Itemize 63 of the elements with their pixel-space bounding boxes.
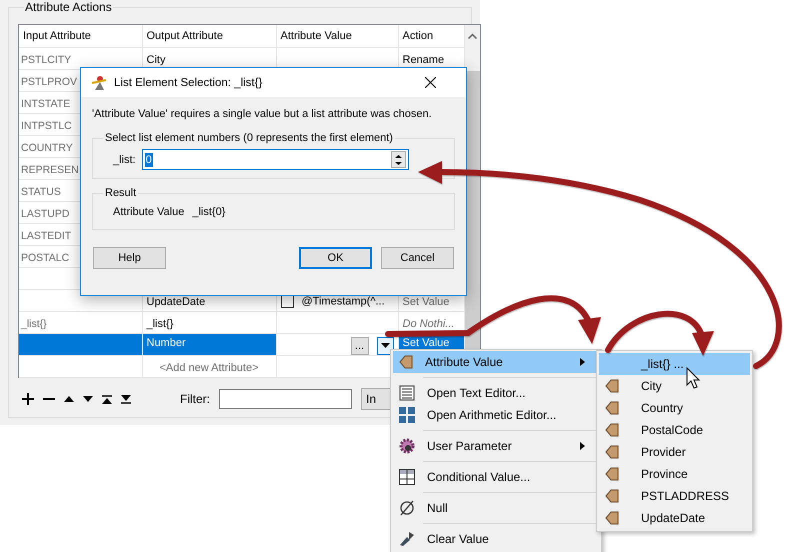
broom-icon bbox=[399, 531, 415, 547]
tag-icon bbox=[605, 510, 619, 526]
table-cell: _list{} bbox=[19, 311, 142, 333]
dialog-button[interactable]: Cancel bbox=[381, 247, 454, 269]
menu-item[interactable]: UpdateDate bbox=[599, 507, 750, 529]
group-title: Attribute Actions bbox=[24, 0, 113, 14]
gear-icon bbox=[399, 438, 415, 454]
table-cell: PSTLCITY bbox=[19, 47, 142, 69]
checkbox[interactable] bbox=[280, 295, 294, 308]
menu-item[interactable]: Open Arithmetic Editor... bbox=[393, 404, 599, 426]
grid-icon bbox=[399, 469, 415, 485]
menu-item[interactable]: Province bbox=[599, 463, 750, 485]
move-top-icon[interactable] bbox=[102, 394, 112, 404]
empty-set-icon bbox=[399, 500, 415, 516]
value-text: @Timestamp(^... bbox=[302, 295, 385, 308]
menu-item[interactable]: Clear Value bbox=[393, 528, 599, 550]
filter-label: Filter: bbox=[180, 392, 210, 406]
submenu-arrow-icon bbox=[580, 358, 585, 366]
menu-item[interactable]: Provider bbox=[599, 441, 750, 463]
table-cell: <Add new Attribute> bbox=[142, 355, 276, 377]
move-bottom-icon[interactable] bbox=[121, 394, 131, 404]
tag-icon bbox=[605, 400, 619, 416]
dropdown-button[interactable] bbox=[376, 336, 394, 354]
move-up-icon[interactable] bbox=[64, 396, 74, 402]
menu-item[interactable]: Conditional Value... bbox=[393, 466, 599, 488]
list-index-field[interactable]: 0 bbox=[142, 149, 409, 170]
move-down-icon[interactable] bbox=[83, 396, 93, 402]
menu-item[interactable]: Null bbox=[393, 497, 599, 519]
menu-item[interactable]: User Parameter bbox=[393, 435, 599, 457]
column-header[interactable]: Action bbox=[398, 25, 464, 47]
menu-item[interactable]: Attribute Value bbox=[393, 351, 599, 373]
group-title: Result bbox=[104, 187, 138, 199]
column-header[interactable]: Attribute Value bbox=[276, 25, 398, 47]
tag-icon bbox=[605, 488, 619, 504]
menu-item[interactable]: PostalCode bbox=[599, 419, 750, 441]
menu-item[interactable]: PSTLADDRESS bbox=[599, 485, 750, 507]
column-header[interactable]: Output Attribute bbox=[142, 25, 276, 47]
close-icon[interactable] bbox=[425, 77, 436, 88]
submenu-arrow-icon bbox=[580, 442, 585, 450]
tag-icon bbox=[605, 422, 619, 438]
spinner-icon[interactable] bbox=[390, 151, 406, 168]
menu-item[interactable]: City bbox=[599, 375, 750, 397]
wizard-icon bbox=[91, 74, 107, 90]
tag-icon bbox=[605, 466, 619, 482]
dialog-button[interactable]: OK bbox=[299, 247, 372, 269]
table-cell: Number bbox=[142, 333, 276, 355]
table-cell: _list{} bbox=[142, 311, 276, 333]
text-editor-icon bbox=[399, 385, 415, 401]
column-header[interactable]: Input Attribute bbox=[19, 25, 142, 47]
add-icon[interactable] bbox=[22, 393, 34, 405]
menu-item[interactable]: Country bbox=[599, 397, 750, 419]
tag-icon bbox=[605, 444, 619, 460]
menu-item[interactable]: _list{} ... bbox=[599, 353, 750, 375]
menu-item[interactable]: Open Text Editor... bbox=[393, 382, 599, 404]
tag-icon bbox=[605, 378, 619, 394]
result-value: _list{0} bbox=[192, 206, 226, 218]
scroll-up-icon[interactable] bbox=[468, 33, 477, 39]
cursor-icon bbox=[686, 366, 700, 389]
dialog-button[interactable]: Help bbox=[93, 247, 166, 269]
caret-icon bbox=[380, 343, 390, 348]
browse-button[interactable]: ... bbox=[350, 336, 368, 354]
calculator-icon bbox=[399, 407, 415, 423]
filter-field[interactable] bbox=[219, 389, 352, 409]
